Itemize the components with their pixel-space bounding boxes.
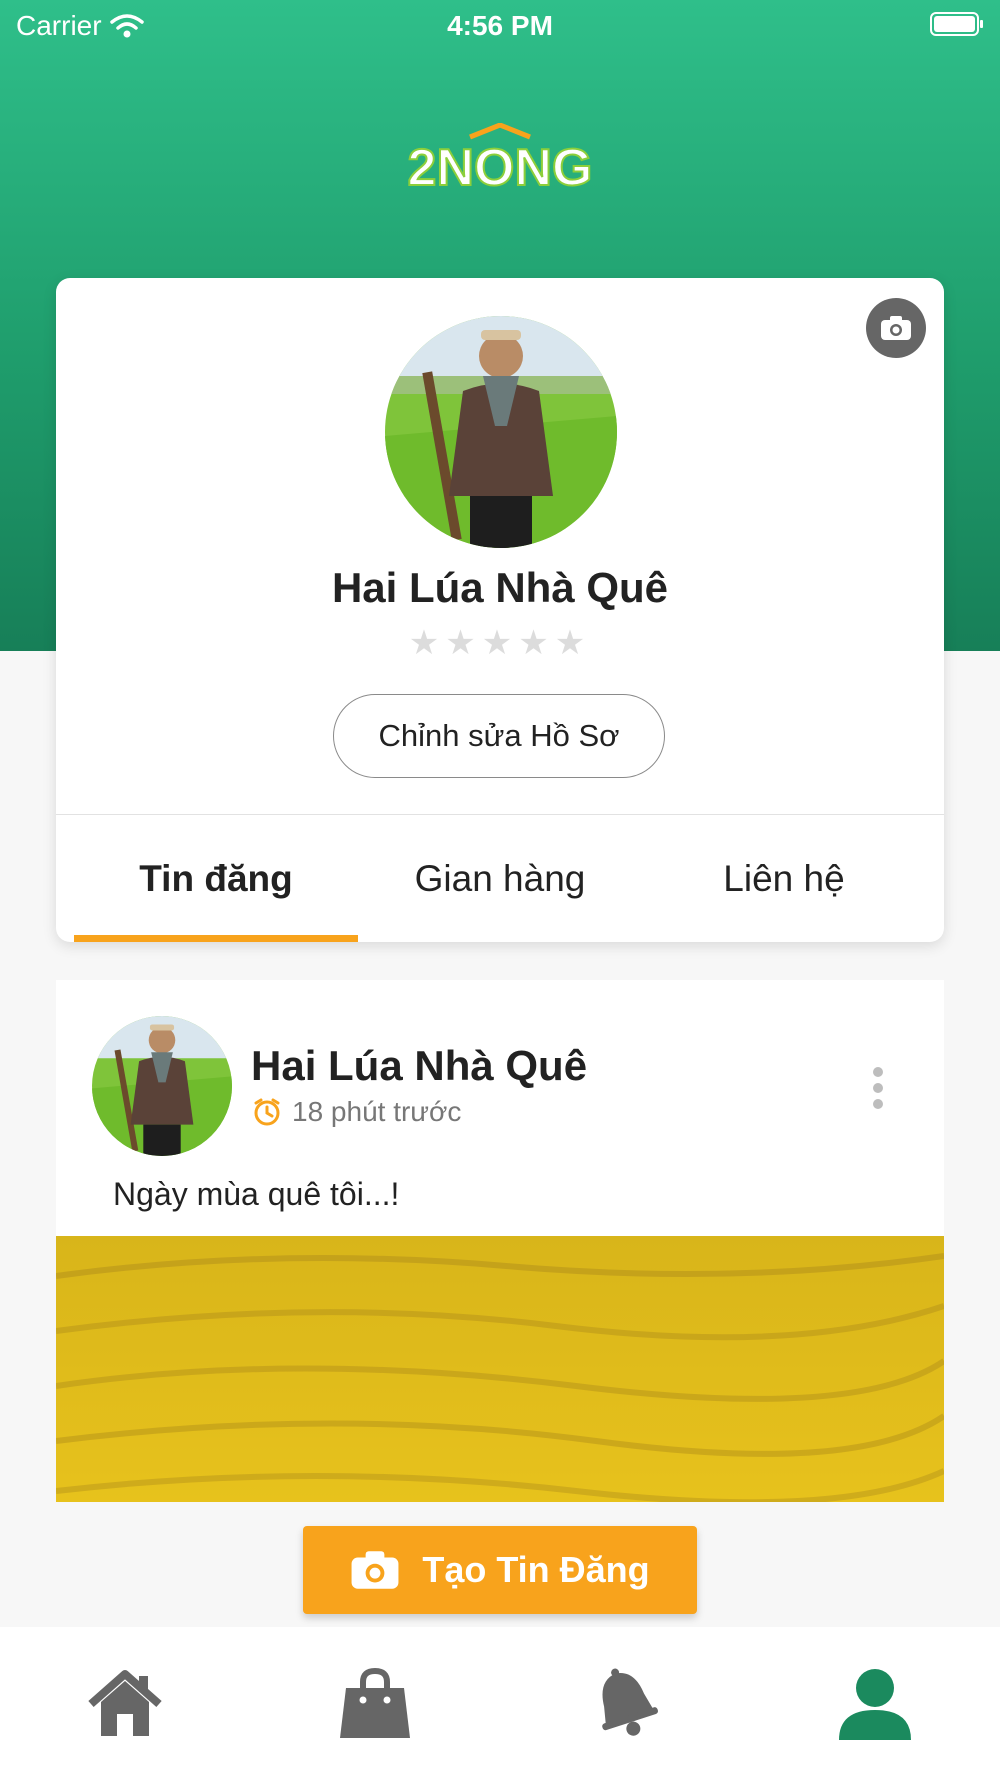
tab-posts[interactable]: Tin đăng xyxy=(74,815,358,942)
bottom-navigation xyxy=(0,1627,1000,1778)
create-post-button[interactable]: Tạo Tin Đăng xyxy=(303,1526,697,1614)
camera-icon xyxy=(351,1551,399,1589)
star-icon: ★ xyxy=(481,624,519,662)
clock: 4:56 PM xyxy=(447,10,553,41)
star-icon: ★ xyxy=(445,624,482,662)
camera-icon xyxy=(881,316,911,340)
farmer-photo xyxy=(385,316,617,548)
farmer-photo xyxy=(92,1016,232,1156)
star-icon: ★ xyxy=(518,624,555,662)
star-icon: ★ xyxy=(408,624,446,662)
app-logo: 2NONG xyxy=(407,123,593,198)
active-tab-indicator xyxy=(74,935,358,942)
create-post-label: Tạo Tin Đăng xyxy=(422,1549,650,1590)
home-icon xyxy=(88,1670,162,1736)
battery-icon xyxy=(930,12,983,36)
post-image[interactable] xyxy=(56,1236,944,1502)
post-card: Hai Lúa Nhà Quê 18 phút trước Ngày mùa q… xyxy=(56,980,944,1502)
rating-stars: ★★★★★ xyxy=(56,623,944,663)
post-text: Ngày mùa quê tôi...! xyxy=(113,1176,400,1212)
shopping-bag-icon xyxy=(340,1667,410,1738)
nav-notifications[interactable] xyxy=(580,1663,670,1743)
profile-name: Hai Lúa Nhà Quê xyxy=(331,564,669,611)
nav-store[interactable] xyxy=(330,1663,420,1743)
profile-tabs: Tin đăng Gian hàng Liên hệ xyxy=(56,815,944,942)
post-author-avatar[interactable] xyxy=(92,1016,232,1156)
edit-profile-button[interactable]: Chỉnh sửa Hồ Sơ xyxy=(333,694,665,778)
bell-icon xyxy=(602,1668,658,1736)
post-timestamp: 18 phút trước xyxy=(252,1096,461,1128)
status-bar: Carrier 4:56 PM xyxy=(0,0,1000,52)
user-icon xyxy=(839,1669,911,1740)
post-time-label: 18 phút trước xyxy=(292,1096,462,1127)
tab-contact[interactable]: Liên hệ xyxy=(642,815,926,942)
clock-icon xyxy=(254,1098,280,1126)
logo-text: 2NONG xyxy=(408,139,593,197)
profile-card: Hai Lúa Nhà Quê ★★★★★ Chỉnh sửa Hồ Sơ Ti… xyxy=(56,278,944,942)
nav-profile[interactable] xyxy=(830,1663,920,1743)
profile-avatar[interactable] xyxy=(385,316,617,548)
nav-home[interactable] xyxy=(80,1663,170,1743)
star-icon: ★ xyxy=(554,624,592,662)
change-cover-button[interactable] xyxy=(866,298,926,358)
more-options-icon[interactable] xyxy=(872,1066,884,1110)
post-author-name[interactable]: Hai Lúa Nhà Quê xyxy=(251,1042,587,1090)
tab-store[interactable]: Gian hàng xyxy=(358,815,642,942)
